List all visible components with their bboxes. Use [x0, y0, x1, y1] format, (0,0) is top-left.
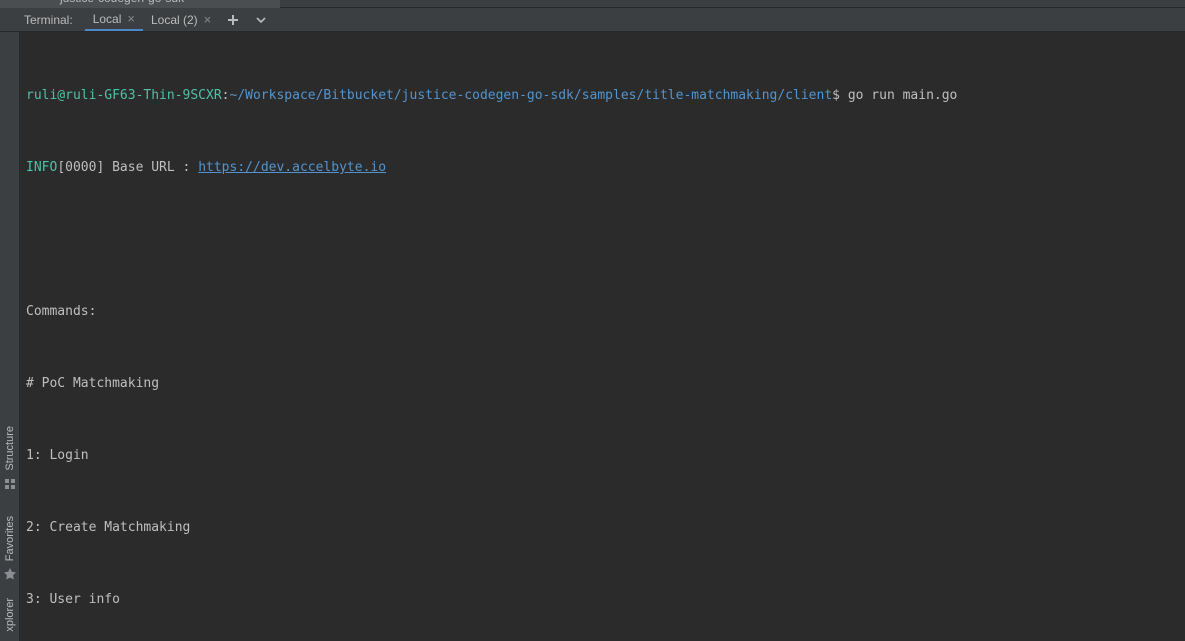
terminal-header: Terminal: Local × Local (2) × [0, 8, 1185, 32]
close-icon[interactable]: × [127, 11, 135, 26]
prompt-dollar: $ [832, 88, 848, 103]
project-tab-text: justice-codegen-go-sdk [60, 0, 184, 5]
chevron-down-icon [255, 14, 267, 26]
add-tab-button[interactable] [219, 14, 247, 26]
star-icon [3, 567, 17, 581]
rail-structure-button[interactable]: Structure [0, 422, 20, 493]
terminal-tabs: Local × Local (2) × [85, 8, 276, 31]
terminal-line: INFO[0000] Base URL : https://dev.accelb… [26, 156, 1179, 180]
prompt-command: go run main.go [848, 88, 958, 103]
terminal-line: 3: User info [26, 588, 1179, 612]
rail-label: Structure [4, 422, 16, 475]
project-tab-partial: justice-codegen-go-sdk [0, 0, 1185, 8]
left-tool-rail: Structure Favorites xplorer [0, 32, 20, 641]
prompt-path: ~/Workspace/Bitbucket/justice-codegen-go… [230, 88, 833, 103]
rail-label: Favorites [4, 512, 16, 565]
log-level: INFO [26, 160, 57, 175]
log-text: [0000] Base URL : [57, 160, 198, 175]
tabs-dropdown-button[interactable] [247, 14, 275, 26]
tab-local[interactable]: Local × [85, 8, 143, 31]
terminal-label: Terminal: [0, 13, 85, 27]
terminal-line: Commands: [26, 300, 1179, 324]
rail-label: xplorer [4, 594, 16, 636]
structure-icon [3, 477, 17, 491]
tab-local-2[interactable]: Local (2) × [143, 8, 219, 31]
tab-label: Local (2) [151, 13, 198, 27]
tab-label: Local [93, 12, 122, 26]
terminal-line: # PoC Matchmaking [26, 372, 1179, 396]
rail-explorer-button[interactable]: xplorer [0, 594, 20, 636]
terminal-line: ruli@ruli-GF63-Thin-9SCXR:~/Workspace/Bi… [26, 84, 1179, 108]
url-link[interactable]: https://dev.accelbyte.io [198, 160, 386, 175]
close-icon[interactable]: × [204, 12, 212, 27]
terminal-line [26, 228, 1179, 252]
plus-icon [227, 14, 239, 26]
terminal-line: 2: Create Matchmaking [26, 516, 1179, 540]
prompt-userhost: ruli@ruli-GF63-Thin-9SCXR [26, 88, 222, 103]
prompt-sep: : [222, 88, 230, 103]
terminal-output[interactable]: ruli@ruli-GF63-Thin-9SCXR:~/Workspace/Bi… [20, 32, 1185, 641]
terminal-line: 1: Login [26, 444, 1179, 468]
rail-favorites-button[interactable]: Favorites [0, 512, 20, 583]
